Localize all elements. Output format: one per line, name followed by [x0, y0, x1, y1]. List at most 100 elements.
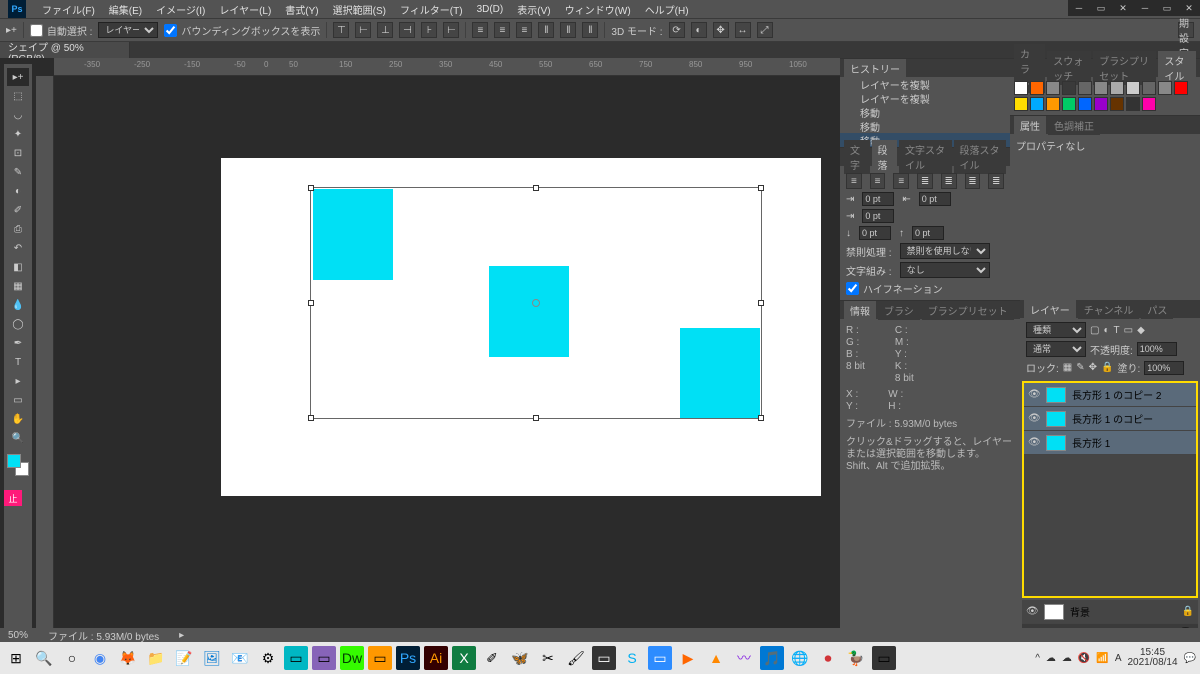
illustrator-icon[interactable]: Ai	[424, 646, 448, 670]
style-swatch[interactable]	[1030, 97, 1044, 111]
character-tab[interactable]: 文字	[844, 140, 870, 174]
app-icon[interactable]: 🎵	[760, 646, 784, 670]
visibility-icon[interactable]: 👁	[1028, 413, 1040, 424]
stop-badge-icon[interactable]: 止	[4, 490, 22, 506]
swatches-tab[interactable]: スウォッチ	[1047, 51, 1091, 85]
dist-bottom-icon[interactable]: ≡	[516, 22, 532, 38]
align-right-text-icon[interactable]: ≡	[893, 173, 909, 189]
app-icon[interactable]: 🦋	[508, 646, 532, 670]
layer-row-background[interactable]: 👁 背景 🔒	[1022, 600, 1198, 624]
style-swatch[interactable]	[1014, 97, 1028, 111]
align-vcenter-icon[interactable]: ⊢	[355, 22, 371, 38]
outlook-icon[interactable]: 📧	[228, 646, 252, 670]
menu-image[interactable]: イメージ(I)	[150, 0, 211, 19]
dist-hcenter-icon[interactable]: ‖	[560, 22, 576, 38]
blend-mode-select[interactable]: 通常	[1026, 341, 1086, 357]
healing-brush-tool[interactable]: ◐	[7, 182, 29, 200]
style-swatch[interactable]	[1014, 81, 1028, 95]
layer-name[interactable]: 長方形 1 のコピー	[1072, 411, 1153, 426]
app-icon[interactable]: ▭	[312, 646, 336, 670]
ruler-horizontal[interactable]: -350-250-150-50 050150250 350450550650 7…	[54, 58, 840, 76]
menu-type[interactable]: 書式(Y)	[279, 0, 324, 19]
history-step[interactable]: 移動	[840, 119, 1010, 133]
menu-edit[interactable]: 編集(E)	[103, 0, 148, 19]
photoshop-icon[interactable]: Ps	[396, 646, 420, 670]
hyphenation-checkbox[interactable]: ハイフネーション	[846, 281, 1004, 296]
bounding-box-checkbox[interactable]: バウンディングボックスを表示	[164, 23, 320, 38]
fill-input[interactable]	[1144, 361, 1184, 375]
charstyle-tab[interactable]: 文字スタイル	[899, 140, 952, 174]
record-icon[interactable]: ⏺	[816, 646, 840, 670]
lock-all-icon[interactable]: 🔒	[1101, 362, 1113, 373]
space-before-input[interactable]	[859, 226, 891, 240]
move-tool[interactable]: ▸+	[7, 68, 29, 86]
handle-middle-left[interactable]	[308, 300, 314, 306]
crop-tool[interactable]: ⊡	[7, 144, 29, 162]
eraser-tool[interactable]: ◧	[7, 258, 29, 276]
canvas[interactable]	[221, 158, 821, 496]
window-minimize-button[interactable]: ─	[1134, 0, 1156, 16]
kinsoku-select[interactable]: 禁則を使用しない	[900, 243, 990, 259]
3d-slide-icon[interactable]: ↔	[735, 22, 751, 38]
history-brush-tool[interactable]: ↶	[7, 239, 29, 257]
app-icon[interactable]: ✂	[536, 646, 560, 670]
handle-top-middle[interactable]	[533, 185, 539, 191]
3d-roll-icon[interactable]: ◐	[691, 22, 707, 38]
marquee-tool[interactable]: ⬚	[7, 87, 29, 105]
doc-maximize-button[interactable]: ▭	[1090, 0, 1112, 16]
history-step[interactable]: 移動	[840, 105, 1010, 119]
menu-select[interactable]: 選択範囲(S)	[327, 0, 392, 19]
layer-thumbnail[interactable]	[1046, 435, 1066, 451]
auto-select-dropdown[interactable]: レイヤー	[98, 22, 158, 38]
visibility-icon[interactable]: 👁	[1026, 606, 1038, 617]
layers-tab[interactable]: レイヤー	[1024, 300, 1076, 319]
history-step[interactable]: レイヤーを複製	[840, 77, 1010, 91]
doc-minimize-button[interactable]: ─	[1068, 0, 1090, 16]
app-icon[interactable]: 🌐	[788, 646, 812, 670]
align-bottom-icon[interactable]: ⊥	[377, 22, 393, 38]
brush-tab[interactable]: ブラシ	[878, 301, 920, 320]
app-icon[interactable]: ▭	[592, 646, 616, 670]
app-icon[interactable]: 🦆	[844, 646, 868, 670]
brush-tool[interactable]: ✐	[7, 201, 29, 219]
properties-tab[interactable]: 属性	[1014, 116, 1046, 135]
app-icon[interactable]: 〰	[732, 646, 756, 670]
visibility-icon[interactable]: 👁	[1028, 437, 1040, 448]
eyedropper-tool[interactable]: ✎	[7, 163, 29, 181]
layer-thumbnail[interactable]	[1046, 387, 1066, 403]
filter-shape-icon[interactable]: ▭	[1124, 325, 1133, 336]
style-swatch[interactable]	[1142, 97, 1156, 111]
ruler-vertical[interactable]	[36, 76, 54, 642]
status-arrow-icon[interactable]: ▸	[179, 630, 184, 641]
style-swatch[interactable]	[1046, 97, 1060, 111]
app-icon[interactable]: ✐	[480, 646, 504, 670]
zoom-level[interactable]: 50%	[8, 630, 28, 641]
lock-pixel-icon[interactable]: ✎	[1076, 362, 1084, 373]
notepad-icon[interactable]: 📝	[172, 646, 196, 670]
workspace-switcher[interactable]: 初期設定	[1178, 22, 1194, 38]
skype-icon[interactable]: S	[620, 646, 644, 670]
menu-help[interactable]: ヘルプ(H)	[639, 0, 695, 19]
vlc-icon[interactable]: ▲	[704, 646, 728, 670]
info-tab[interactable]: 情報	[844, 301, 876, 320]
dist-top-icon[interactable]: ≡	[472, 22, 488, 38]
justify-last-center-icon[interactable]: ≣	[941, 173, 957, 189]
explorer-icon[interactable]: 📁	[144, 646, 168, 670]
layer-name[interactable]: 背景	[1070, 604, 1090, 619]
align-left-text-icon[interactable]: ≡	[846, 173, 862, 189]
rectangle-tool[interactable]: ▭	[7, 391, 29, 409]
app-icon[interactable]: ▶	[676, 646, 700, 670]
excel-icon[interactable]: X	[452, 646, 476, 670]
menu-3d[interactable]: 3D(D)	[471, 2, 510, 17]
tray-network-icon[interactable]: 📶	[1096, 653, 1108, 664]
3d-orbit-icon[interactable]: ⟳	[669, 22, 685, 38]
tray-expand-icon[interactable]: ^	[1035, 653, 1040, 664]
type-tool[interactable]: T	[7, 353, 29, 371]
gradient-tool[interactable]: ▦	[7, 277, 29, 295]
search-icon[interactable]: 🔍	[32, 646, 56, 670]
style-swatch[interactable]	[1158, 81, 1172, 95]
indent-right-input[interactable]	[919, 192, 951, 206]
style-swatch[interactable]	[1110, 97, 1124, 111]
color-picker[interactable]	[7, 454, 29, 476]
layer-thumbnail[interactable]	[1046, 411, 1066, 427]
